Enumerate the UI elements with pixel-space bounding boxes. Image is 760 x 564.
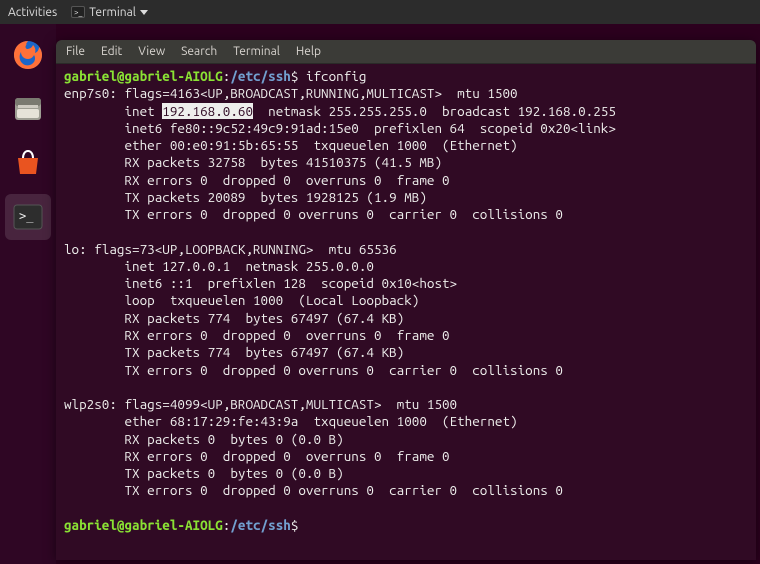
output-line: TX errors 0 dropped 0 overruns 0 carrier… — [64, 362, 748, 379]
prompt-userhost: gabriel@gabriel-AIOLG — [64, 68, 223, 84]
menu-edit[interactable]: Edit — [101, 45, 122, 58]
blank-line — [64, 500, 748, 517]
launcher-firefox[interactable] — [5, 32, 51, 78]
prompt-path: /etc/ssh — [230, 68, 290, 84]
blank-line — [64, 379, 748, 396]
output-line: inet6 ::1 prefixlen 128 scopeid 0x10<hos… — [64, 275, 748, 292]
output-line: lo: flags=73<UP,LOOPBACK,RUNNING> mtu 65… — [64, 241, 748, 258]
prompt-path: /etc/ssh — [230, 517, 290, 533]
menu-search[interactable]: Search — [181, 45, 217, 58]
launcher-terminal[interactable]: >_ — [5, 194, 51, 240]
terminal-window: File Edit View Search Terminal Help gabr… — [56, 40, 756, 560]
launcher-files[interactable] — [5, 86, 51, 132]
output-line: TX errors 0 dropped 0 overruns 0 carrier… — [64, 206, 748, 223]
output-line: RX errors 0 dropped 0 overruns 0 frame 0 — [64, 172, 748, 189]
output-line: RX packets 32758 bytes 41510375 (41.5 MB… — [64, 154, 748, 171]
gnome-topbar: Activities >_ Terminal — [0, 0, 760, 24]
app-menu-label: Terminal — [89, 6, 136, 19]
menu-terminal[interactable]: Terminal — [233, 45, 280, 58]
shopping-bag-icon — [11, 146, 45, 180]
app-menu[interactable]: >_ Terminal — [71, 6, 148, 19]
output-line: TX packets 20089 bytes 1928125 (1.9 MB) — [64, 189, 748, 206]
output-line: RX errors 0 dropped 0 overruns 0 frame 0 — [64, 448, 748, 465]
prompt-userhost: gabriel@gabriel-AIOLG — [64, 517, 223, 533]
terminal-output[interactable]: gabriel@gabriel-AIOLG:/etc/ssh$ ifconfig… — [56, 64, 756, 560]
blank-line — [64, 223, 748, 240]
launcher-software[interactable] — [5, 140, 51, 186]
output-line: inet 192.168.0.60 netmask 255.255.255.0 … — [64, 103, 748, 120]
output-line: inet6 fe80::9c52:49c9:91ad:15e0 prefixle… — [64, 120, 748, 137]
terminal-icon: >_ — [11, 200, 45, 234]
output-line: TX packets 0 bytes 0 (0.0 B) — [64, 465, 748, 482]
prompt-dollar: $ — [291, 517, 299, 533]
command-text: ifconfig — [306, 68, 366, 84]
selected-ip: 192.168.0.60 — [162, 103, 253, 119]
output-line: ether 68:17:29:fe:43:9a txqueuelen 1000 … — [64, 413, 748, 430]
svg-text:>_: >_ — [19, 209, 34, 223]
output-line: loop txqueuelen 1000 (Local Loopback) — [64, 292, 748, 309]
menu-file[interactable]: File — [66, 45, 85, 58]
chevron-down-icon — [140, 10, 148, 15]
prompt-dollar: $ — [291, 68, 299, 84]
output-line: TX errors 0 dropped 0 overruns 0 carrier… — [64, 482, 748, 499]
output-line: RX packets 774 bytes 67497 (67.4 KB) — [64, 310, 748, 327]
firefox-icon — [11, 38, 45, 72]
menu-help[interactable]: Help — [296, 45, 321, 58]
activities-button[interactable]: Activities — [8, 6, 57, 19]
output-line: RX packets 0 bytes 0 (0.0 B) — [64, 431, 748, 448]
launcher-dock: >_ — [0, 24, 56, 564]
output-line: inet 127.0.0.1 netmask 255.0.0.0 — [64, 258, 748, 275]
terminal-icon: >_ — [71, 6, 85, 18]
terminal-menubar: File Edit View Search Terminal Help — [56, 40, 756, 64]
output-line: enp7s0: flags=4163<UP,BROADCAST,RUNNING,… — [64, 85, 748, 102]
output-text: inet — [64, 103, 162, 119]
output-line: ether 00:e0:91:5b:65:55 txqueuelen 1000 … — [64, 137, 748, 154]
output-line: wlp2s0: flags=4099<UP,BROADCAST,MULTICAS… — [64, 396, 748, 413]
output-text: netmask 255.255.255.0 broadcast 192.168.… — [253, 103, 616, 119]
output-line: RX errors 0 dropped 0 overruns 0 frame 0 — [64, 327, 748, 344]
files-icon — [11, 92, 45, 126]
output-line: TX packets 774 bytes 67497 (67.4 KB) — [64, 344, 748, 361]
menu-view[interactable]: View — [138, 45, 165, 58]
